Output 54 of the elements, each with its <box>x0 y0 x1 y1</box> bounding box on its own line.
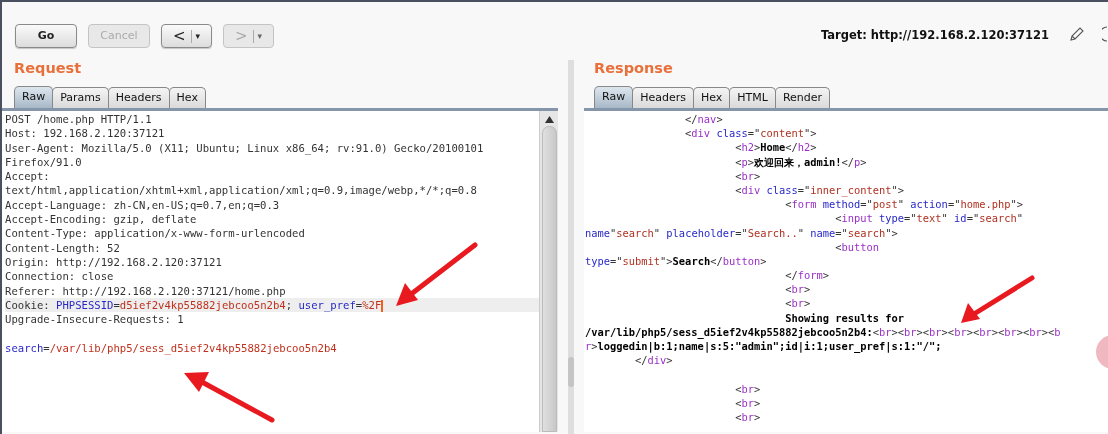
scrollbar[interactable] <box>539 111 558 432</box>
code-line: <form method="post" action="home.php"> <box>784 197 1024 212</box>
code-line: <br> <box>734 409 762 425</box>
code-line: <div class="content"> <box>684 126 818 141</box>
code-line: <p>欢迎回来，admin!</p> <box>734 154 868 169</box>
code-line: </div> <box>634 353 674 368</box>
code-line: Accept-Encoding: gzip, deflate <box>5 212 198 227</box>
code-line: Showing results for <box>784 310 906 325</box>
code-line: Referer: http://192.168.2.120:37121/home.php <box>5 283 287 298</box>
code-line: Origin: http://192.168.2.120:37121 <box>5 254 223 270</box>
tab[interactable]: Headers <box>632 87 694 108</box>
code-line: r>loggedin|b:1;name|s:5:"admin";id|i:1;user_pref|s:1:"/"; <box>585 339 943 354</box>
pane-title: Request <box>13 59 83 78</box>
tab[interactable]: HTML <box>729 87 776 108</box>
help-icon[interactable] <box>1102 26 1108 42</box>
history-button[interactable]: < ▾ <box>161 24 212 48</box>
code-line: </form> <box>784 268 830 283</box>
code-line: Accept-Language: zh-CN,en-US;q=0.7,en;q=0.3 <box>5 197 281 213</box>
tab[interactable]: Hex <box>692 87 731 108</box>
code-line: <br> <box>784 296 812 311</box>
code-line: <div class="inner_content"> <box>734 182 906 198</box>
code-line: text/html,application/xhtml+xml,application/xml;q=0.9,image/webp,*/*;q=0.8 <box>5 183 478 198</box>
tab[interactable]: Raw <box>14 86 54 108</box>
code-line: Connection: close <box>5 269 115 284</box>
code-line: name"search" placeholder="Search.." name="search"> <box>585 225 899 240</box>
code-line: <input type="text" id="search" <box>834 211 1024 226</box>
code-line: /var/lib/php5/sess_d5ief2v4kp55882jebcoo5n2b4:<br><br><br><br><br><br><br><b <box>585 324 1062 339</box>
code-line: Content-Type: application/x-www-form-urlencoded <box>5 226 306 241</box>
tab[interactable]: Raw <box>594 86 634 108</box>
code-line: <br> <box>734 381 762 396</box>
tab[interactable]: Render <box>774 87 831 108</box>
code-line: Accept: <box>5 169 51 184</box>
code-line: </nav> <box>684 112 724 127</box>
code-line: search=/var/lib/php5/sess_d5ief2v4kp55882jebcoo5n2b4 <box>5 340 338 356</box>
code-line: POST /home.php HTTP/1.1 <box>5 112 153 127</box>
code-line: <br> <box>784 282 812 297</box>
code-line: type="submit">Search</button> <box>585 253 768 269</box>
code-line: Firefox/91.0 <box>5 154 83 170</box>
tab[interactable]: Params <box>52 87 109 108</box>
edit-icon[interactable] <box>1069 26 1085 42</box>
code-line: <br> <box>734 168 762 183</box>
code-line: <button <box>834 239 881 254</box>
toolbar-button[interactable]: Go <box>15 24 77 48</box>
code-line: Upgrade-Insecure-Requests: 1 <box>5 312 185 327</box>
code-line: User-Agent: Mozilla/5.0 (X11; Ubuntu; Linux x86_64; rv:91.0) Gecko/20100101 <box>5 140 485 155</box>
scroll-up-icon[interactable] <box>544 116 554 123</box>
code-line: Host: 192.168.2.120:37121 <box>5 126 166 141</box>
code-line: Content-Length: 52 <box>5 240 121 255</box>
tab[interactable]: Hex <box>168 87 206 108</box>
tab[interactable]: Headers <box>107 87 170 108</box>
target-label: Target: http://192.168.2.120:37121 <box>820 26 1049 44</box>
code-line: <h2>Home</h2> <box>734 140 818 155</box>
pane-title: Response <box>593 59 674 78</box>
code-line: <br> <box>734 395 762 410</box>
